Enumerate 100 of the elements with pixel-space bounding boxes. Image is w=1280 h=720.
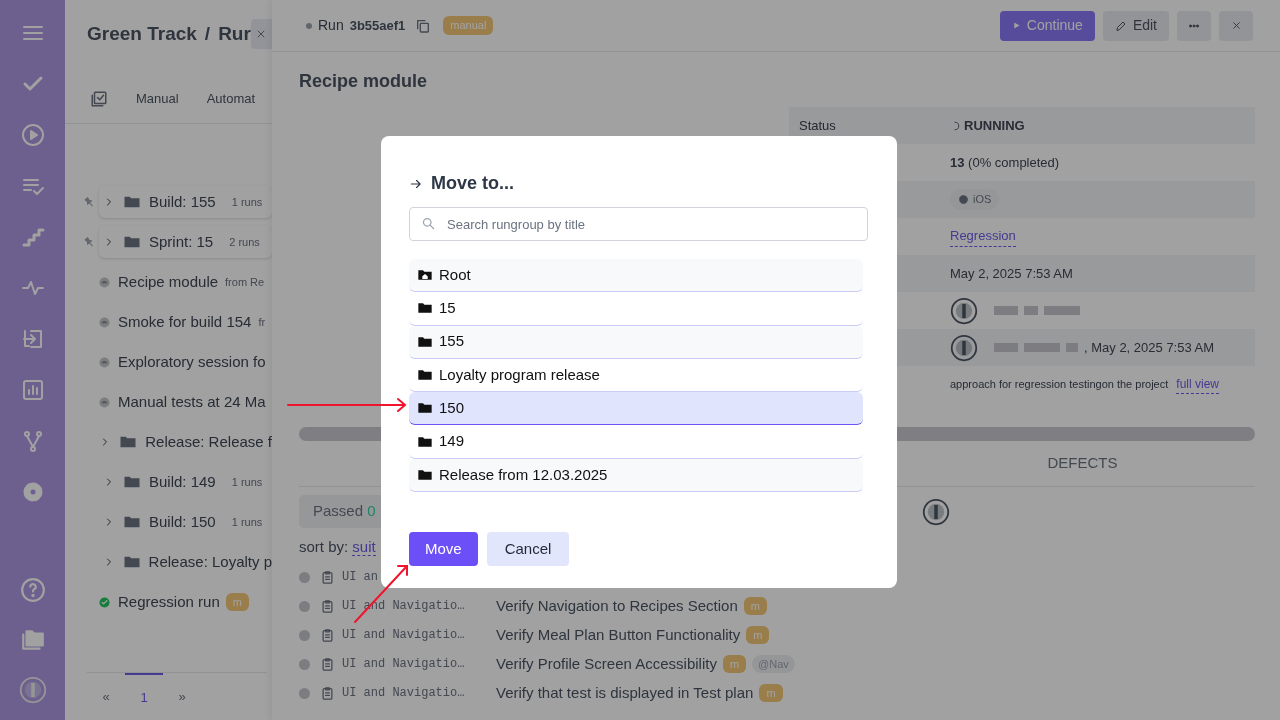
run-title[interactable]: Regression run [118,590,220,614]
run-title: Recipe module [298,70,429,93]
finished-date: , May 2, 2025 7:53 AM [1084,338,1215,357]
blurred-name [1066,343,1078,352]
group-title: Build: 155 [149,191,216,212]
move-button[interactable]: Move [409,532,478,567]
next-page-link[interactable]: » [163,686,201,707]
search-field[interactable]: Search rungroup by title [409,207,868,241]
run-id: 3b55aef1 [349,16,406,35]
avatar-icon [922,497,950,526]
full-view-link[interactable]: full view [1176,375,1219,394]
more-button[interactable] [1177,10,1211,41]
tab[interactable]: Manual [136,88,179,109]
run-label: Run [318,16,344,35]
blurred-name [1024,306,1038,315]
copy-icon[interactable] [415,17,432,34]
prev-page-link[interactable]: « [87,686,125,707]
run-title[interactable]: Exploratory session fo [118,350,266,374]
test-title[interactable]: Verify that test is displayed in Test plan [496,681,754,705]
manual-badge: m [759,683,783,703]
test-title[interactable]: Verify Profile Screen Accessibility [496,652,717,676]
dialog-title: Move to... [431,172,514,195]
blurred-name [994,343,1018,352]
status-dot [299,600,310,612]
suite-name: UI and Navigatio… [342,656,466,673]
avatar-icon [950,333,978,362]
play-icon[interactable] [20,122,45,147]
group-row[interactable]: Build: 149 1 runs [99,466,272,498]
logo-icon [18,676,47,704]
status-dot [299,687,310,699]
close-icon [1230,20,1242,31]
run-count: 1 runs [231,194,263,210]
tab[interactable]: Automat [206,88,256,109]
plan-link[interactable]: Regression [950,226,1016,247]
run-title[interactable]: Manual tests at 24 Ma [118,390,266,414]
close-button[interactable] [1219,10,1253,41]
edit-button[interactable]: Edit [1102,10,1169,41]
bar-chart-icon[interactable] [20,377,45,402]
suite-name: UI and Navigatio… [342,685,466,702]
project-title[interactable]: Green Track [87,19,197,49]
clipboard-icon [320,627,335,643]
folder-option[interactable]: Root [409,259,863,293]
checklist-icon[interactable] [90,89,108,108]
group-row[interactable]: Build: 155 1 runs [99,186,272,218]
avatar-icon [950,296,978,325]
test-title[interactable]: Verify Meal Plan Button Functionality [496,623,741,647]
test-count: 13 [950,153,965,172]
folder-option[interactable]: 155 [409,325,863,359]
run-count: 1 runs [231,474,263,490]
clipboard-icon [320,685,335,701]
cancel-button[interactable]: Cancel [486,532,570,567]
group-title: Build: 150 [149,511,216,532]
manual-badge: m [722,654,747,674]
created-date: May 2, 2025 7:53 AM [950,264,1073,283]
page-title: Rur [218,21,251,46]
group-title: Release: Release f [145,431,272,452]
status-dot [299,571,310,583]
manual-badge: m [225,592,249,612]
manual-badge: m [743,596,767,616]
run-source: fr [258,314,266,330]
run-title[interactable]: Smoke for build 154 [118,310,252,334]
run-source: from Re [225,274,265,290]
status-dot [306,22,312,29]
group-title: Build: 149 [149,471,216,492]
blurred-name [1024,343,1060,352]
group-title: Release: Loyalty p [148,551,272,572]
clipboard-icon [320,569,335,585]
clipboard-icon [320,656,335,672]
breadcrumb-separator: / [204,21,211,46]
status-dot [299,658,310,670]
group-row[interactable]: Build: 150 1 runs [99,506,272,538]
run-count: 1 runs [231,514,263,530]
field-label: Status [799,117,836,133]
status-value: RUNNING [964,116,1025,135]
suite-name: UI and Navigatio… [342,627,466,644]
blurred-name [994,306,1018,315]
group-row[interactable]: Sprint: 15 2 runs [99,226,272,258]
help-icon[interactable] [19,577,46,603]
run-title[interactable]: Recipe module [118,270,219,294]
sort-link[interactable]: suit [352,538,376,556]
tab[interactable]: DEFECTS [910,451,1255,476]
folder-option[interactable]: Release from 12.03.2025 [409,458,863,493]
folder-option[interactable]: 150 [409,392,863,426]
status-dot [299,629,310,641]
page-link[interactable]: 1 [125,672,163,720]
sort-label: sort by: [299,538,349,555]
description-text: approach for regression testingon the project [950,377,1169,393]
test-title[interactable]: Verify Navigation to Recipes Section [496,594,738,618]
continue-button[interactable]: Continue [999,10,1095,41]
manual-badge: m [746,625,770,645]
clipboard-icon [320,598,335,614]
run-count: 2 runs [229,234,260,250]
blurred-name [1044,306,1080,315]
group-row[interactable]: Release: Release f [95,426,272,458]
close-button[interactable] [250,19,272,49]
manual-badge: manual [443,16,494,35]
play-icon [1011,21,1021,30]
group-title: Sprint: 15 [149,231,214,252]
group-row[interactable]: Release: Loyalty p [98,546,272,578]
completion-text: (0% completed) [968,153,1060,172]
